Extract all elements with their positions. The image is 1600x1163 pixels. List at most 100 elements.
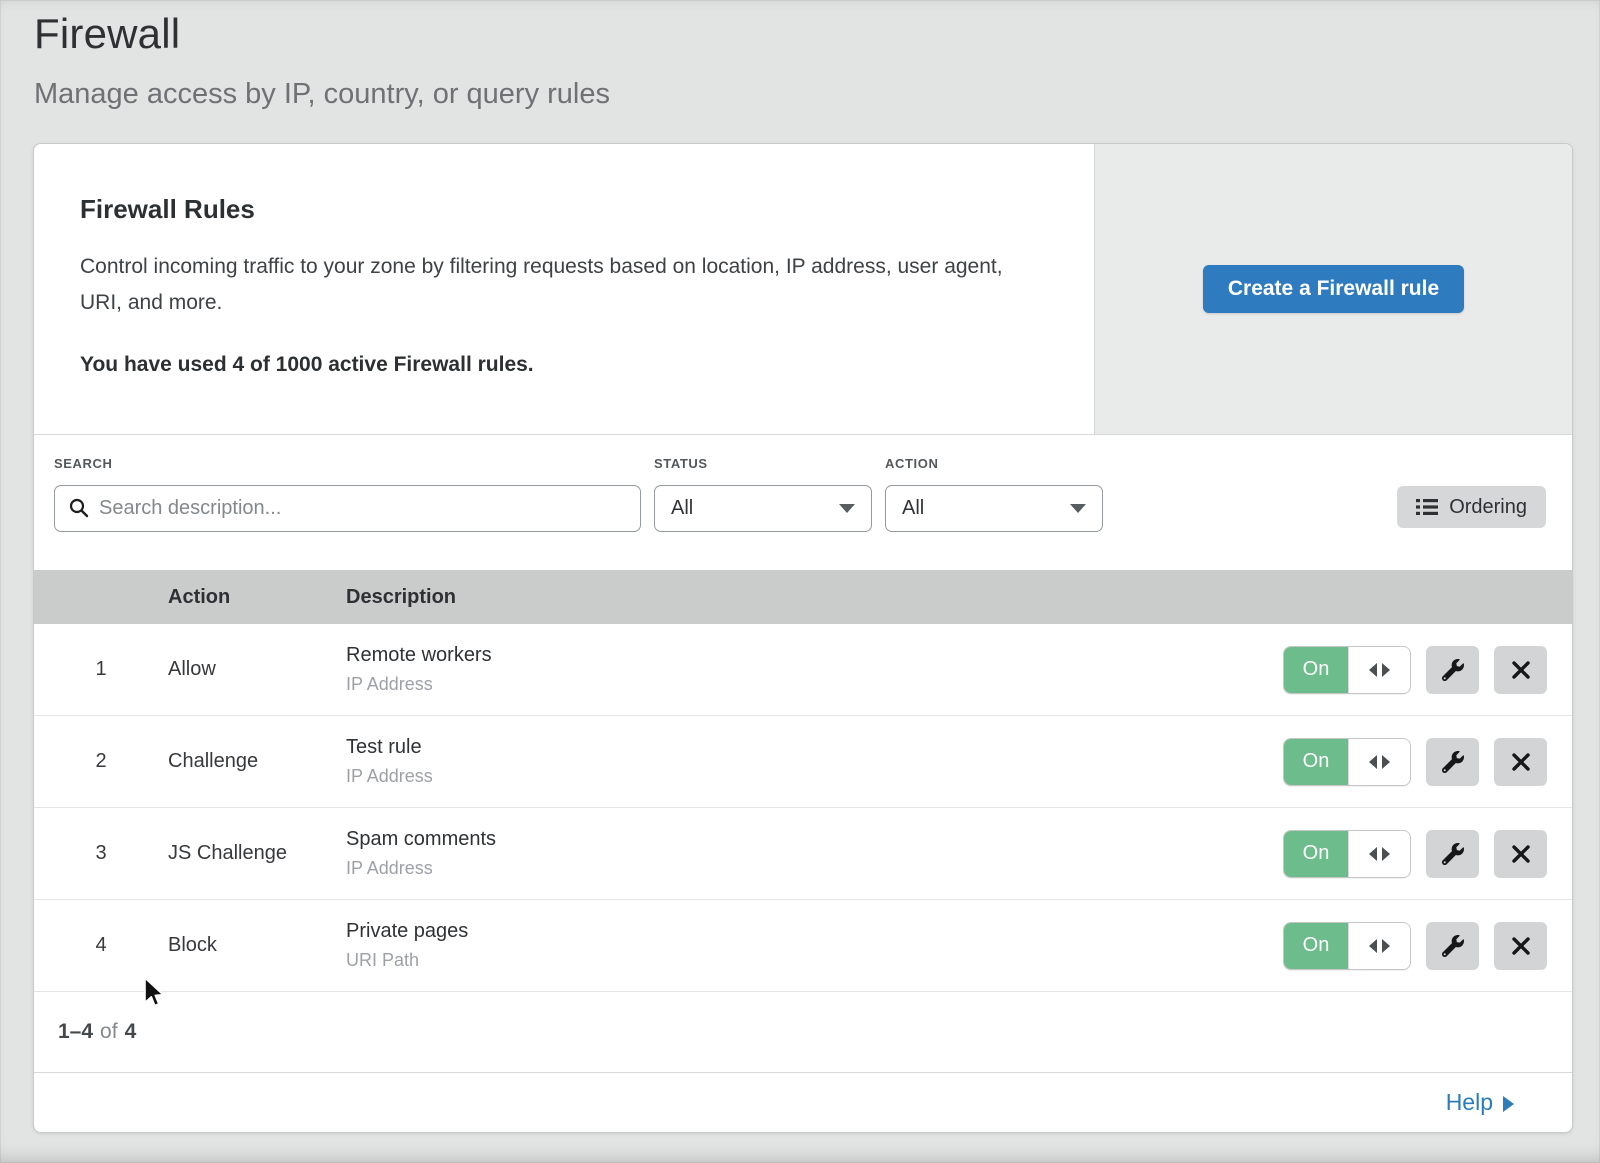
card-footer: Help (34, 1072, 1572, 1132)
rule-description-cell: Private pages URI Path (346, 920, 1272, 971)
rule-action: Block (168, 934, 346, 957)
action-column-header: Action (168, 586, 346, 609)
table-row: 4 Block Private pages URI Path On (34, 900, 1572, 992)
close-icon (1511, 844, 1531, 864)
filter-bar: SEARCH STATUS All ACTION All (34, 435, 1572, 570)
action-label: ACTION (885, 456, 1103, 471)
status-dropdown-value: All (671, 497, 693, 520)
chevron-down-icon (1070, 504, 1086, 513)
toggle-handle[interactable] (1348, 739, 1410, 785)
pagination-range: 1–4 (58, 1020, 93, 1044)
arrow-right-icon (1382, 663, 1390, 677)
arrow-left-icon (1369, 663, 1377, 677)
help-link-label: Help (1446, 1089, 1493, 1116)
help-link[interactable]: Help (1446, 1089, 1514, 1116)
toggle-on-label: On (1284, 923, 1348, 969)
rule-description: Test rule (346, 736, 1272, 759)
rule-description: Private pages (346, 920, 1272, 943)
rule-priority: 2 (34, 750, 168, 773)
table-row: 3 JS Challenge Spam comments IP Address … (34, 808, 1572, 900)
rule-enabled-toggle[interactable]: On (1283, 738, 1411, 786)
arrow-right-icon (1382, 755, 1390, 769)
page-header: Firewall Manage access by IP, country, o… (0, 0, 1600, 111)
rule-enabled-toggle[interactable]: On (1283, 646, 1411, 694)
arrow-left-icon (1369, 755, 1377, 769)
pagination-of: of (100, 1020, 118, 1044)
info-title: Firewall Rules (80, 194, 1034, 225)
toggle-handle[interactable] (1348, 647, 1410, 693)
rule-priority: 4 (34, 934, 168, 957)
wrench-icon (1442, 935, 1464, 957)
delete-rule-button[interactable] (1494, 922, 1547, 970)
firewall-rules-card: Firewall Rules Control incoming traffic … (33, 143, 1573, 1133)
info-text-panel: Firewall Rules Control incoming traffic … (34, 144, 1094, 434)
close-icon (1511, 660, 1531, 680)
rule-controls: On (1272, 922, 1572, 970)
close-icon (1511, 752, 1531, 772)
chevron-down-icon (839, 504, 855, 513)
edit-rule-button[interactable] (1426, 830, 1479, 878)
delete-rule-button[interactable] (1494, 830, 1547, 878)
rule-controls: On (1272, 738, 1572, 786)
delete-rule-button[interactable] (1494, 738, 1547, 786)
usage-summary: You have used 4 of 1000 active Firewall … (80, 353, 1034, 377)
create-rule-panel: Create a Firewall rule (1094, 144, 1572, 434)
table-row: 2 Challenge Test rule IP Address On (34, 716, 1572, 808)
table-header: Action Description (34, 570, 1572, 625)
info-description: Control incoming traffic to your zone by… (80, 249, 1025, 321)
delete-rule-button[interactable] (1494, 646, 1547, 694)
rule-priority: 1 (34, 658, 168, 681)
search-field-wrap (54, 485, 641, 532)
toggle-on-label: On (1284, 831, 1348, 877)
rule-action: JS Challenge (168, 842, 346, 865)
table-body: 1 Allow Remote workers IP Address On (34, 624, 1572, 992)
page-title: Firewall (34, 10, 1566, 58)
page-subtitle: Manage access by IP, country, or query r… (34, 78, 1566, 111)
rule-description-cell: Spam comments IP Address (346, 828, 1272, 879)
wrench-icon (1442, 659, 1464, 681)
arrow-right-icon (1382, 939, 1390, 953)
status-label: STATUS (654, 456, 872, 471)
rule-priority: 3 (34, 842, 168, 865)
search-label: SEARCH (54, 456, 641, 471)
search-input[interactable] (54, 485, 641, 532)
table-row: 1 Allow Remote workers IP Address On (34, 624, 1572, 716)
rule-description: Remote workers (346, 644, 1272, 667)
edit-rule-button[interactable] (1426, 738, 1479, 786)
arrow-right-icon (1503, 1096, 1514, 1112)
close-icon (1511, 936, 1531, 956)
rule-enabled-toggle[interactable]: On (1283, 830, 1411, 878)
rule-action: Allow (168, 658, 346, 681)
arrow-left-icon (1369, 847, 1377, 861)
action-dropdown[interactable]: All (885, 485, 1103, 532)
arrow-left-icon (1369, 939, 1377, 953)
rule-description-cell: Remote workers IP Address (346, 644, 1272, 695)
action-filter-group: ACTION All (885, 456, 1103, 532)
ordering-button[interactable]: Ordering (1397, 486, 1546, 528)
toggle-handle[interactable] (1348, 923, 1410, 969)
create-firewall-rule-button[interactable]: Create a Firewall rule (1203, 265, 1464, 313)
description-column-header: Description (346, 586, 1272, 609)
rule-description-cell: Test rule IP Address (346, 736, 1272, 787)
toggle-on-label: On (1284, 739, 1348, 785)
pagination: 1–4 of 4 (34, 992, 1572, 1072)
status-dropdown[interactable]: All (654, 485, 872, 532)
wrench-icon (1442, 843, 1464, 865)
toggle-handle[interactable] (1348, 831, 1410, 877)
ordered-list-icon (1416, 497, 1438, 517)
edit-rule-button[interactable] (1426, 646, 1479, 694)
rule-match-type: IP Address (346, 674, 1272, 695)
edit-rule-button[interactable] (1426, 922, 1479, 970)
pagination-total: 4 (125, 1020, 137, 1044)
rule-match-type: IP Address (346, 766, 1272, 787)
info-section: Firewall Rules Control incoming traffic … (34, 144, 1572, 435)
rule-enabled-toggle[interactable]: On (1283, 922, 1411, 970)
rule-match-type: IP Address (346, 858, 1272, 879)
status-filter-group: STATUS All (654, 456, 872, 532)
action-dropdown-value: All (902, 497, 924, 520)
rule-match-type: URI Path (346, 950, 1272, 971)
toggle-on-label: On (1284, 647, 1348, 693)
rule-controls: On (1272, 830, 1572, 878)
ordering-button-label: Ordering (1449, 496, 1527, 519)
rule-action: Challenge (168, 750, 346, 773)
